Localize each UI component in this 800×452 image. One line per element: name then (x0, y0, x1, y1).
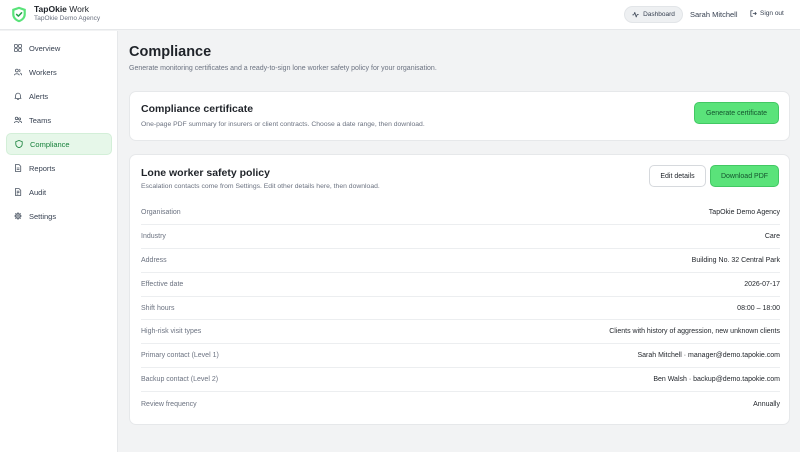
policy-row-organisation: Organisation TapOkie Demo Agency (141, 201, 780, 225)
sidebar-item-label: Alerts (29, 91, 49, 101)
policy-title: Lone worker safety policy (141, 167, 270, 179)
policy-description: Escalation contacts come from Settings. … (141, 183, 380, 190)
sidebar-item-label: Overview (29, 43, 61, 53)
audit-icon (15, 188, 22, 196)
row-value: Annually (753, 400, 780, 408)
policy-row-backup-contact: Backup contact (Level 2) Ben Walsh · back… (141, 368, 780, 393)
sidebar-item-label: Workers (29, 67, 57, 77)
dashboard-label: Dashboard (643, 11, 675, 18)
shield-check-icon (12, 6, 26, 23)
sidebar-item-compliance[interactable]: Compliance (6, 133, 112, 155)
row-value: Care (764, 232, 780, 240)
sidebar-item-label: Reports (29, 163, 56, 173)
lone-worker-policy-card: Lone worker safety policy Escalation con… (129, 154, 790, 425)
policy-row-industry: Industry Care (141, 225, 780, 249)
sidebar-item-label: Audit (29, 187, 47, 197)
row-label: Address (141, 256, 167, 264)
row-value: 08:00 – 18:00 (737, 304, 780, 312)
document-icon (15, 164, 22, 172)
top-bar: TapOkie Work TapOkie Demo Agency Dashboa… (0, 0, 800, 30)
row-label: Organisation (141, 208, 181, 216)
organisation-name: TapOkie Demo Agency (34, 14, 101, 22)
row-value: Ben Walsh · backup@demo.tapokie.com (653, 376, 780, 384)
page-subtitle: Generate monitoring certificates and a r… (129, 65, 437, 72)
shield-icon (15, 140, 23, 148)
row-label: Review frequency (141, 400, 197, 408)
row-label: Industry (141, 232, 166, 240)
policy-row-review-frequency: Review frequency Annually (141, 392, 780, 416)
sidebar-item-label: Compliance (30, 139, 70, 149)
user-name[interactable]: Sarah Mitchell (690, 10, 738, 19)
row-label: Shift hours (141, 304, 175, 312)
row-value: TapOkie Demo Agency (708, 208, 780, 216)
sidebar-item-alerts[interactable]: Alerts (6, 85, 112, 107)
sidebar-item-label: Settings (29, 211, 57, 221)
certificate-description: One-page PDF summary for insurers or cli… (141, 121, 425, 128)
sign-out-label: Sign out (760, 10, 784, 17)
row-value: Building No. 32 Central Park (691, 256, 780, 264)
bell-icon (14, 92, 22, 100)
team-icon (14, 116, 22, 124)
certificate-title: Compliance certificate (141, 103, 254, 115)
compliance-certificate-card: Compliance certificate One-page PDF summ… (129, 91, 790, 141)
edit-details-button[interactable]: Edit details (649, 165, 706, 187)
row-value: 2026-07-17 (744, 280, 780, 288)
policy-row-effective-date: Effective date 2026-07-17 (141, 273, 780, 297)
row-label: Effective date (141, 280, 184, 288)
sidebar-item-workers[interactable]: Workers (6, 61, 112, 83)
row-label: High-risk visit types (141, 328, 202, 336)
gear-icon (14, 212, 22, 220)
sidebar-item-reports[interactable]: Reports (6, 157, 112, 179)
row-value: Sarah Mitchell · manager@demo.tapokie.co… (637, 352, 780, 360)
main-content: Compliance Generate monitoring certifica… (118, 31, 800, 452)
page-title: Compliance (129, 44, 212, 60)
app-name: TapOkie Work (34, 4, 89, 14)
sidebar-item-settings[interactable]: Settings (6, 205, 112, 227)
row-value: Clients with history of aggression, new … (609, 328, 780, 336)
row-label: Primary contact (Level 1) (141, 352, 219, 360)
policy-row-shift-hours: Shift hours 08:00 – 18:00 (141, 297, 780, 321)
policy-details-list: Organisation TapOkie Demo Agency Industry… (141, 201, 780, 416)
sign-out-icon (750, 10, 757, 17)
sidebar-item-audit[interactable]: Audit (6, 181, 112, 203)
sidebar-item-overview[interactable]: Overview (6, 37, 112, 59)
brand: TapOkie Work TapOkie Demo Agency (34, 5, 100, 22)
sidebar-item-teams[interactable]: Teams (6, 109, 112, 131)
activity-icon (632, 12, 639, 18)
generate-certificate-button[interactable]: Generate certificate (694, 102, 779, 124)
download-pdf-button[interactable]: Download PDF (710, 165, 779, 187)
sign-out-button[interactable]: Sign out (750, 10, 784, 17)
policy-row-primary-contact: Primary contact (Level 1) Sarah Mitchell … (141, 344, 780, 369)
grid-icon (14, 44, 22, 52)
dashboard-button[interactable]: Dashboard (624, 6, 683, 23)
users-icon (14, 68, 22, 76)
policy-row-address: Address Building No. 32 Central Park (141, 249, 780, 273)
row-label: Backup contact (Level 2) (141, 376, 219, 384)
policy-row-high-risk-visits: High-risk visit types Clients with histor… (141, 320, 780, 345)
sidebar-item-label: Teams (29, 115, 52, 125)
sidebar: Overview Workers Alerts Teams Compliance… (0, 31, 118, 452)
